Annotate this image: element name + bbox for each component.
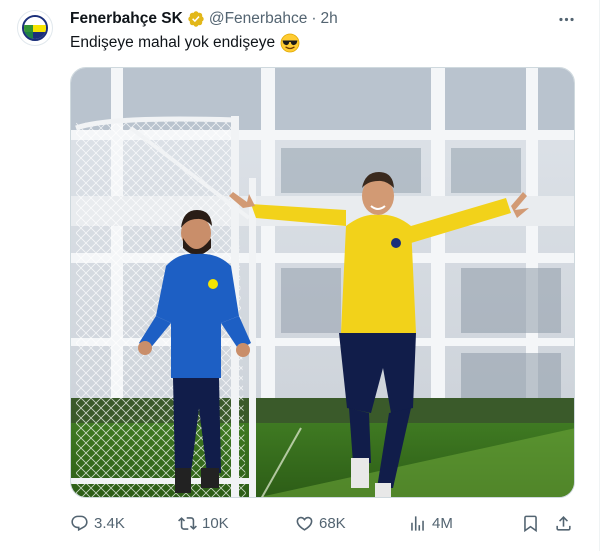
share-icon <box>556 515 571 531</box>
timestamp[interactable]: 2h <box>321 10 338 28</box>
display-name[interactable]: Fenerbahçe SK <box>70 10 183 28</box>
retweet-count: 10K <box>202 514 229 532</box>
separator-dot: · <box>311 10 317 27</box>
club-crest-icon <box>22 15 48 41</box>
retweet-icon <box>178 516 197 530</box>
more-options-icon[interactable] <box>555 8 577 30</box>
views-button[interactable]: 4M <box>408 512 453 534</box>
tweet-photo[interactable] <box>70 67 575 498</box>
heart-icon <box>296 516 313 531</box>
tweet-header: Fenerbahçe SK @Fenerbahce · 2h <box>70 8 338 30</box>
reply-button[interactable]: 3.4K <box>70 512 125 534</box>
reply-count: 3.4K <box>94 514 125 532</box>
verified-badge-icon[interactable] <box>187 10 205 28</box>
avatar[interactable] <box>17 10 53 46</box>
analytics-icon <box>411 515 424 531</box>
retweet-button[interactable]: 10K <box>178 512 229 534</box>
training-photo-image <box>71 68 574 497</box>
tweet-actions: 3.4K 10K 68K 4M <box>70 512 580 534</box>
user-handle[interactable]: @Fenerbahce <box>209 10 307 28</box>
share-button[interactable] <box>554 512 573 534</box>
tweet-text-content: Endişeye mahal yok endişeye <box>70 34 276 51</box>
reply-icon <box>71 515 88 531</box>
sunglasses-emoji-icon <box>280 33 300 53</box>
tweet-text: Endişeye mahal yok endişeye <box>70 33 300 53</box>
bookmark-button[interactable] <box>521 512 540 534</box>
views-count: 4M <box>432 514 453 532</box>
bookmark-icon <box>524 515 537 532</box>
like-count: 68K <box>319 514 346 532</box>
tweet-card[interactable]: Fenerbahçe SK @Fenerbahce · 2h Endişeye … <box>0 0 600 551</box>
like-button[interactable]: 68K <box>295 512 346 534</box>
